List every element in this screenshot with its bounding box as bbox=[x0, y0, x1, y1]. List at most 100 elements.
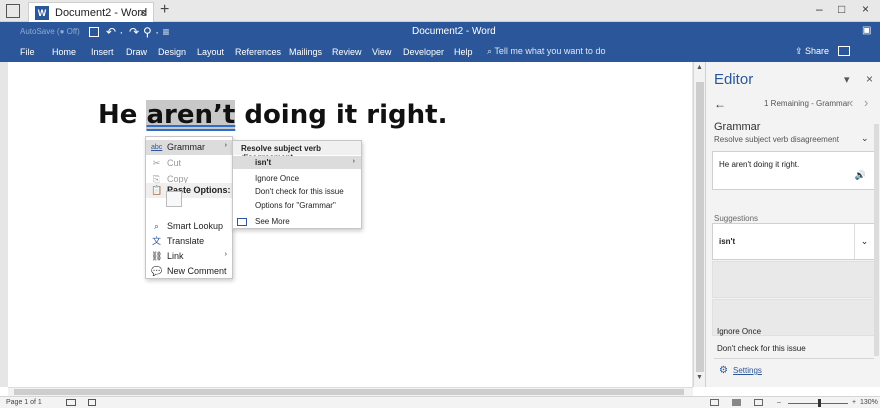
suggestion-card[interactable]: isn't ⌄ bbox=[712, 223, 875, 260]
page-count[interactable]: Page 1 of 1 bbox=[6, 399, 42, 406]
word-count-icon[interactable] bbox=[66, 399, 76, 406]
horizontal-scroll-thumb[interactable] bbox=[14, 389, 684, 395]
ribbon-display-icon[interactable]: ▣ bbox=[862, 25, 871, 36]
menu-item-link[interactable]: ⛓ Link › bbox=[146, 249, 232, 264]
maximize-icon[interactable]: □ bbox=[838, 2, 845, 16]
see-more-item[interactable]: See More bbox=[255, 217, 290, 226]
menu-item-translate[interactable]: 文 Translate bbox=[146, 234, 232, 249]
grammar-error-word[interactable]: aren’t bbox=[146, 100, 236, 130]
close-pane-icon[interactable]: × bbox=[866, 72, 873, 86]
chevron-down-icon[interactable]: ⌄ bbox=[861, 133, 869, 144]
zoom-slider-thumb[interactable] bbox=[818, 399, 821, 407]
status-bar: Page 1 of 1 – + 130% bbox=[0, 396, 880, 408]
zoom-in-button[interactable]: + bbox=[852, 399, 856, 406]
suggestion-highlight[interactable] bbox=[233, 156, 361, 169]
tab-mailings[interactable]: Mailings bbox=[289, 47, 322, 57]
issue-context-box: He aren't doing it right. 🔊 bbox=[712, 151, 875, 190]
horizontal-scrollbar[interactable] bbox=[8, 387, 693, 396]
submenu-header: Resolve subject verb disagreement bbox=[233, 141, 361, 162]
tab-design[interactable]: Design bbox=[158, 47, 186, 57]
suggestions-label: Suggestions bbox=[714, 214, 759, 223]
browser-tab-strip: W Document2 - Word × + – □ × bbox=[0, 0, 880, 22]
close-window-icon[interactable]: × bbox=[862, 2, 869, 16]
proofing-icon[interactable] bbox=[88, 399, 96, 406]
tab-developer[interactable]: Developer bbox=[403, 47, 444, 57]
print-layout-icon[interactable] bbox=[732, 399, 741, 406]
browser-tab[interactable]: W Document2 - Word × bbox=[28, 2, 154, 22]
tab-layout[interactable]: Layout bbox=[197, 47, 224, 57]
editor-title: Editor bbox=[714, 71, 754, 88]
web-layout-icon[interactable] bbox=[754, 399, 763, 406]
new-tab-icon[interactable]: + bbox=[160, 1, 169, 19]
next-issue-icon[interactable]: › bbox=[864, 95, 868, 110]
comment-icon: 💬 bbox=[151, 266, 163, 276]
autosave-toggle[interactable]: AutoSave (● Off) bbox=[20, 27, 80, 36]
tab-draw[interactable]: Draw bbox=[126, 47, 147, 57]
paste-keep-text-only-icon[interactable] bbox=[166, 191, 182, 207]
previous-issue-icon[interactable]: ‹ bbox=[849, 95, 853, 110]
customize-quick-access-icon[interactable]: ⚲ · ≡ bbox=[143, 25, 169, 39]
scroll-thumb[interactable] bbox=[696, 82, 704, 372]
ignore-once-item[interactable]: Ignore Once bbox=[255, 174, 299, 183]
text-after-error: doing it right. bbox=[235, 100, 448, 130]
menu-item-label: Translate bbox=[167, 236, 205, 246]
scissors-icon: ✂ bbox=[152, 158, 161, 168]
submenu-arrow-icon: › bbox=[224, 142, 227, 149]
word-app-icon: W bbox=[35, 6, 49, 20]
submenu-arrow-icon: › bbox=[224, 251, 227, 258]
share-button[interactable]: ⇪ Share bbox=[795, 46, 829, 57]
speaker-icon[interactable]: 🔊 bbox=[855, 170, 866, 181]
read-mode-icon[interactable] bbox=[710, 399, 719, 406]
editor-pane: Editor ▾ × ← 1 Remaining - Grammar ‹ › G… bbox=[705, 62, 880, 387]
gear-icon: ⚙ bbox=[719, 365, 728, 376]
tab-close-icon[interactable]: × bbox=[139, 5, 147, 20]
settings-link[interactable]: ⚙ Settings bbox=[719, 365, 762, 376]
spelling-icon: abc bbox=[151, 144, 163, 151]
menu-item-new-comment[interactable]: 💬 New Comment bbox=[146, 264, 232, 279]
menu-item-label: New Comment bbox=[167, 266, 227, 276]
tab-home[interactable]: Home bbox=[52, 47, 76, 57]
menu-item-cut[interactable]: ✂ Cut bbox=[146, 156, 232, 171]
tab-references[interactable]: References bbox=[235, 47, 281, 57]
tell-me-search[interactable]: ⌕ Tell me what you want to do bbox=[487, 46, 605, 57]
chevron-right-icon: › bbox=[352, 158, 355, 165]
menu-item-label: Smart Lookup bbox=[167, 221, 224, 231]
save-icon[interactable] bbox=[89, 27, 99, 37]
ribbon-tabs: File Home Insert Draw Design Layout Refe… bbox=[0, 42, 880, 62]
document-text[interactable]: He aren’t doing it right. bbox=[98, 100, 447, 130]
tab-view[interactable]: View bbox=[372, 47, 391, 57]
tab-insert[interactable]: Insert bbox=[91, 47, 114, 57]
undo-icon[interactable]: ↶ · bbox=[106, 25, 123, 39]
dont-check-link[interactable]: Don't check for this issue bbox=[717, 344, 806, 353]
tab-file[interactable]: File bbox=[20, 47, 35, 57]
window-menu-icon[interactable] bbox=[6, 4, 20, 18]
ignore-once-link[interactable]: Ignore Once bbox=[717, 327, 761, 336]
grammar-options-item[interactable]: Options for "Grammar" bbox=[255, 201, 336, 210]
dont-check-item[interactable]: Don't check for this issue bbox=[255, 187, 344, 196]
redo-icon[interactable]: ↷ bbox=[129, 25, 139, 39]
menu-item-smart-lookup[interactable]: ⌕ Smart Lookup bbox=[146, 219, 232, 234]
zoom-out-button[interactable]: – bbox=[777, 399, 781, 406]
issue-category: Grammar bbox=[714, 121, 761, 133]
divider bbox=[714, 358, 874, 359]
scroll-up-icon[interactable]: ▲ bbox=[696, 64, 703, 71]
issue-description: Resolve subject verb disagreement bbox=[714, 135, 839, 144]
suggestion-isnt[interactable]: isn't bbox=[255, 158, 271, 167]
back-arrow-icon[interactable]: ← bbox=[714, 97, 726, 111]
tab-review[interactable]: Review bbox=[332, 47, 362, 57]
minimize-icon[interactable]: – bbox=[816, 2, 823, 16]
pane-options-icon[interactable]: ▾ bbox=[844, 73, 850, 86]
zoom-level[interactable]: 130% bbox=[860, 399, 878, 406]
menu-item-paste-options: 📋 Paste Options: bbox=[146, 183, 232, 198]
tell-me-label: Tell me what you want to do bbox=[494, 46, 606, 56]
pane-scrollbar[interactable] bbox=[874, 124, 879, 356]
tab-help[interactable]: Help bbox=[454, 47, 473, 57]
menu-item-grammar[interactable]: abc Grammar › bbox=[146, 140, 232, 155]
scroll-down-icon[interactable]: ▼ bbox=[696, 374, 703, 381]
vertical-scrollbar[interactable]: ▲ ▼ bbox=[693, 62, 705, 387]
clipboard-icon: 📋 bbox=[151, 185, 163, 195]
context-menu: abc Grammar › ✂ Cut ⎘ Copy 📋 Paste Optio… bbox=[145, 136, 233, 279]
chevron-down-icon[interactable]: ⌄ bbox=[854, 224, 874, 259]
remaining-count: 1 Remaining - Grammar bbox=[764, 99, 850, 108]
comments-icon[interactable] bbox=[838, 46, 850, 56]
